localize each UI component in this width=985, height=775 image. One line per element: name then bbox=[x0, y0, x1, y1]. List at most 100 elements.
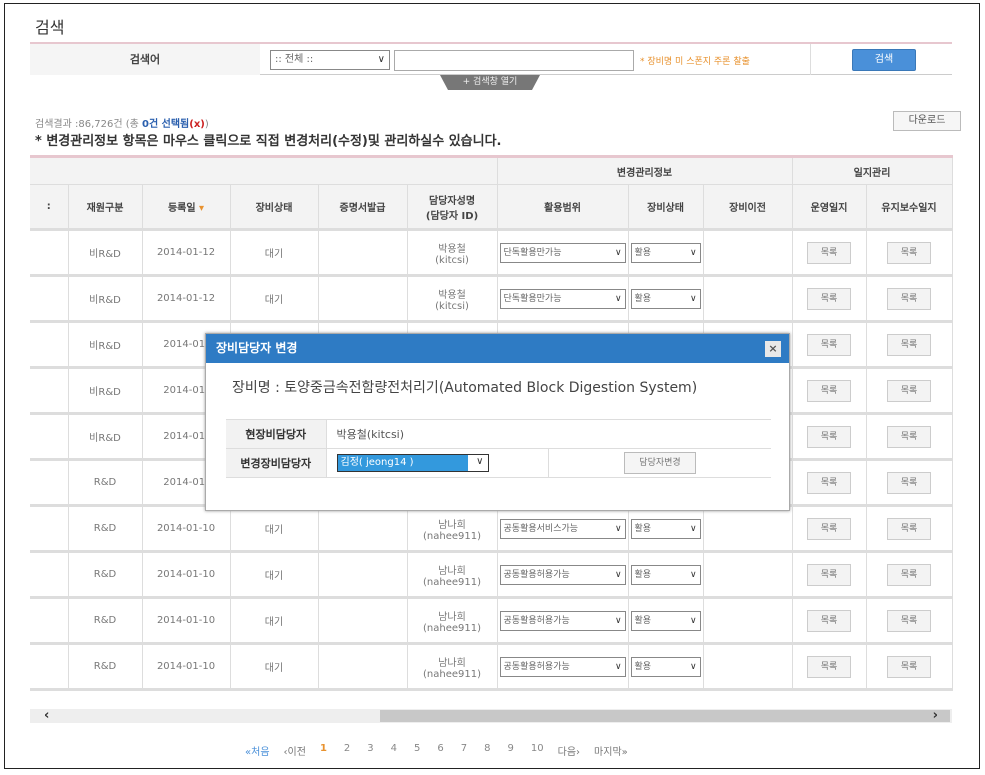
manager-name[interactable]: 남나희 bbox=[438, 520, 466, 531]
operation-log-button[interactable]: 목록 bbox=[807, 287, 852, 310]
cell-manager[interactable]: 남나희 (nahee911) bbox=[407, 551, 498, 599]
scope-select-value: 단독활용만가능 bbox=[503, 293, 562, 304]
page-link[interactable]: 10 bbox=[531, 743, 544, 758]
chevron-down-icon: ∨ bbox=[689, 247, 697, 258]
cell-fund: 비R&D bbox=[68, 275, 143, 323]
state-select[interactable]: 활용 ∨ bbox=[630, 610, 701, 631]
maintenance-log-button[interactable]: 목록 bbox=[887, 333, 932, 356]
cell-operation-log: 목록 bbox=[792, 505, 867, 553]
page-link[interactable]: 8 bbox=[484, 743, 490, 758]
cell-fund: R&D bbox=[68, 643, 143, 691]
cell-operation-log: 목록 bbox=[792, 413, 867, 461]
scope-select[interactable]: 공동활용서비스가능 ∨ bbox=[499, 518, 626, 539]
cell-partial bbox=[30, 643, 69, 691]
page-link[interactable]: 5 bbox=[414, 743, 420, 758]
state-select-value: 활용 bbox=[634, 247, 652, 258]
page-link[interactable]: 3 bbox=[367, 743, 373, 758]
operation-log-button[interactable]: 목록 bbox=[807, 609, 852, 632]
scope-select[interactable]: 단독활용만가능 ∨ bbox=[499, 242, 626, 263]
horizontal-scrollbar[interactable]: ‹ › bbox=[30, 708, 952, 723]
manager-id: (nahee911) bbox=[423, 530, 482, 542]
change-manager-button[interactable]: 담당자변경 bbox=[624, 452, 696, 474]
operation-log-button[interactable]: 목록 bbox=[807, 333, 852, 356]
search-scope-select[interactable]: :: 전체 :: ∨ bbox=[270, 50, 390, 70]
operation-log-button[interactable]: 목록 bbox=[807, 563, 852, 586]
chevron-down-icon: ∨ bbox=[614, 615, 622, 626]
cell-status: 대기 bbox=[230, 505, 319, 553]
page-link[interactable]: 4 bbox=[391, 743, 397, 758]
state-select[interactable]: 활용 ∨ bbox=[630, 242, 701, 263]
scrollbar-thumb[interactable] bbox=[380, 710, 950, 722]
maintenance-log-button[interactable]: 목록 bbox=[887, 563, 932, 586]
prev-page-link[interactable]: ‹이전 bbox=[284, 743, 306, 758]
manager-name[interactable]: 남나희 bbox=[438, 612, 466, 623]
operation-log-button[interactable]: 목록 bbox=[807, 379, 852, 402]
chevron-down-icon: ∨ bbox=[614, 661, 622, 672]
cell-manager[interactable]: 남나희 (nahee911) bbox=[407, 505, 498, 553]
page-link[interactable]: 1 bbox=[320, 743, 327, 758]
clear-selection-link[interactable]: (x) bbox=[189, 119, 205, 130]
maintenance-log-button[interactable]: 목록 bbox=[887, 471, 932, 494]
scroll-right-icon[interactable]: › bbox=[933, 708, 938, 723]
operation-log-button[interactable]: 목록 bbox=[807, 471, 852, 494]
manager-name[interactable]: 박용철 bbox=[438, 244, 466, 255]
group-log: 일지관리 bbox=[792, 155, 953, 185]
manager-name[interactable]: 남나희 bbox=[438, 658, 466, 669]
cell-certificate bbox=[318, 229, 408, 277]
manager-name[interactable]: 박용철 bbox=[438, 290, 466, 301]
next-page-link[interactable]: 다음› bbox=[558, 743, 580, 758]
maintenance-log-button[interactable]: 목록 bbox=[887, 609, 932, 632]
scroll-left-icon[interactable]: ‹ bbox=[44, 708, 49, 723]
sort-down-icon[interactable]: ▾ bbox=[199, 203, 204, 214]
page-link[interactable]: 2 bbox=[344, 743, 350, 758]
search-input[interactable] bbox=[394, 50, 634, 71]
cell-fund: R&D bbox=[68, 597, 143, 645]
header-blank bbox=[30, 155, 498, 185]
cell-maintenance-log: 목록 bbox=[866, 275, 953, 323]
search-button[interactable]: 검색 bbox=[852, 49, 916, 71]
cell-fund: 비R&D bbox=[68, 229, 143, 277]
scope-select[interactable]: 단독활용만가능 ∨ bbox=[499, 288, 626, 309]
cell-operation-log: 목록 bbox=[792, 643, 867, 691]
scope-select-value: 공동활용허용가능 bbox=[503, 661, 570, 672]
scope-select[interactable]: 공동활용허용가능 ∨ bbox=[499, 656, 626, 677]
page-link[interactable]: 7 bbox=[461, 743, 467, 758]
page-link[interactable]: 6 bbox=[437, 743, 443, 758]
cell-manager[interactable]: 박용철 (kitcsi) bbox=[407, 275, 498, 323]
maintenance-log-button[interactable]: 목록 bbox=[887, 517, 932, 540]
page-link[interactable]: 9 bbox=[508, 743, 514, 758]
cell-manager[interactable]: 남나희 (nahee911) bbox=[407, 643, 498, 691]
cell-fund: 비R&D bbox=[68, 413, 143, 461]
cell-scope: 단독활용만가능 ∨ bbox=[497, 275, 629, 323]
cell-manager[interactable]: 박용철 (kitcsi) bbox=[407, 229, 498, 277]
new-manager-value: 김정( jeong14 ) bbox=[337, 455, 468, 471]
col-date[interactable]: 등록일 ▾ bbox=[142, 184, 231, 231]
maintenance-log-button[interactable]: 목록 bbox=[887, 425, 932, 448]
cell-manager[interactable]: 남나희 (nahee911) bbox=[407, 597, 498, 645]
scope-select[interactable]: 공동활용허용가능 ∨ bbox=[499, 610, 626, 631]
last-page-link[interactable]: 마지막» bbox=[594, 743, 628, 758]
maintenance-log-button[interactable]: 목록 bbox=[887, 379, 932, 402]
maintenance-log-button[interactable]: 목록 bbox=[887, 287, 932, 310]
download-button[interactable]: 다운로드 bbox=[893, 111, 961, 131]
maintenance-log-button[interactable]: 목록 bbox=[887, 241, 932, 264]
new-manager-select[interactable]: 김정( jeong14 ) ∨ bbox=[336, 454, 489, 472]
cell-date: 2014-01-10 bbox=[142, 505, 231, 553]
operation-log-button[interactable]: 목록 bbox=[807, 655, 852, 678]
manager-name[interactable]: 남나희 bbox=[438, 566, 466, 577]
maintenance-log-button[interactable]: 목록 bbox=[887, 655, 932, 678]
state-select[interactable]: 활용 ∨ bbox=[630, 656, 701, 677]
operation-log-button[interactable]: 목록 bbox=[807, 425, 852, 448]
scope-select-value: 공동활용허용가능 bbox=[503, 615, 570, 626]
manager-id: (kitcsi) bbox=[435, 300, 469, 312]
state-select[interactable]: 활용 ∨ bbox=[630, 564, 701, 585]
operation-log-button[interactable]: 목록 bbox=[807, 241, 852, 264]
state-select[interactable]: 활용 ∨ bbox=[630, 288, 701, 309]
open-search-toggle[interactable]: + 검색창 열기 bbox=[440, 75, 540, 90]
scope-select[interactable]: 공동활용허용가능 ∨ bbox=[499, 564, 626, 585]
state-select[interactable]: 활용 ∨ bbox=[630, 518, 701, 539]
operation-log-button[interactable]: 목록 bbox=[807, 517, 852, 540]
cell-partial bbox=[30, 367, 69, 415]
first-page-link[interactable]: «처음 bbox=[245, 743, 270, 758]
close-icon[interactable]: × bbox=[765, 341, 781, 357]
